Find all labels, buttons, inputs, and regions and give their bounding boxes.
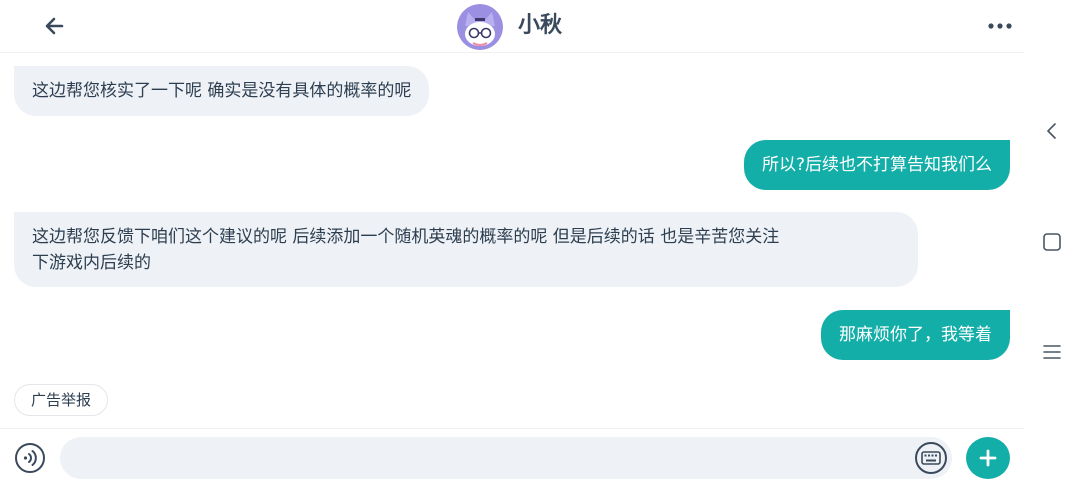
avatar[interactable] (457, 4, 503, 50)
add-button[interactable] (966, 437, 1010, 479)
more-dots-icon (988, 23, 1012, 29)
nav-menu-button[interactable] (1040, 340, 1064, 364)
report-ad-button[interactable]: 广告举报 (14, 384, 109, 416)
nav-back-button[interactable] (1040, 119, 1064, 143)
system-nav-bar (1024, 0, 1080, 486)
voice-icon (15, 443, 45, 473)
message-bubble-outgoing[interactable]: 那麻烦你了，我等着 (821, 310, 1010, 360)
keyboard-icon (915, 442, 947, 474)
chat-app: 小秋 这边帮您核实了一下呢 确实是没有具体的概率的呢 所以?后续也不打算告知我们… (0, 0, 1024, 487)
message-bubble-incoming[interactable]: 这边帮您反馈下咱们这个建议的呢 后续添加一个随机英魂的概率的呢 但是后续的话 也… (14, 212, 918, 287)
message-list[interactable]: 这边帮您核实了一下呢 确实是没有具体的概率的呢 所以?后续也不打算告知我们么 这… (0, 52, 1024, 428)
chevron-left-icon (1047, 123, 1056, 139)
more-button[interactable] (986, 14, 1016, 38)
nav-home-button[interactable] (1040, 230, 1064, 254)
square-icon (1043, 233, 1061, 251)
message-bubble-incoming[interactable]: 这边帮您核实了一下呢 确实是没有具体的概率的呢 (14, 66, 430, 116)
input-bar (0, 428, 1024, 487)
avatar-cat-icon (457, 4, 503, 50)
back-button[interactable] (40, 12, 70, 40)
message-bubble-outgoing[interactable]: 所以?后续也不打算告知我们么 (743, 140, 1010, 190)
keyboard-button[interactable] (914, 441, 948, 475)
message-input[interactable] (60, 437, 952, 479)
voice-button[interactable] (14, 442, 46, 474)
chat-header: 小秋 (0, 0, 1024, 53)
chat-title: 小秋 (518, 13, 563, 38)
arrow-left-icon (45, 17, 64, 35)
plus-icon (979, 449, 997, 467)
menu-icon (1043, 345, 1061, 359)
